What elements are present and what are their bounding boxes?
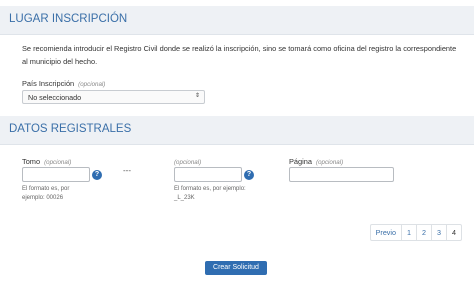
folio-hint: El formato es, por ejemplo: _L_23K [174, 186, 246, 201]
pagination-page-4[interactable]: 4 [447, 225, 461, 240]
section-title: DATOS REGISTRALES [9, 123, 132, 135]
pagination-prev[interactable]: Previo [371, 225, 402, 240]
help-icon[interactable]: ? [244, 170, 254, 180]
intro-text: Se recomienda introducir el Registro Civ… [22, 44, 457, 66]
second-field-label: (opcional) [174, 157, 201, 166]
optional-tag: (opcional) [174, 159, 202, 166]
pais-label: País Inscripción (opcional) [22, 79, 105, 88]
separator: --- [123, 166, 131, 175]
pagination: Previo 1 2 3 4 [369, 224, 462, 241]
pais-select-value: No seleccionado [28, 93, 82, 102]
folio-input[interactable] [174, 167, 242, 182]
pagina-label-text: Página [289, 157, 313, 166]
pais-select[interactable]: No seleccionado ⇕ [22, 90, 205, 104]
datos-registrales-header: DATOS REGISTRALES [0, 116, 474, 145]
crear-solicitud-button[interactable]: Crear Solicitud [205, 261, 267, 275]
tomo-hint: El formato es, por ejemplo: 00026 [22, 186, 70, 201]
pais-label-text: País Inscripción [22, 79, 75, 88]
pagination-page-3[interactable]: 3 [432, 225, 447, 240]
section-title: LUGAR INSCRIPCIÓN [9, 13, 128, 25]
optional-tag: (opcional) [78, 81, 106, 88]
pagina-input[interactable] [289, 167, 394, 182]
pagination-page-2[interactable]: 2 [417, 225, 432, 240]
help-icon[interactable]: ? [92, 170, 102, 180]
pagination-page-1[interactable]: 1 [402, 225, 417, 240]
tomo-label: Tomo (opcional) [22, 157, 71, 166]
select-arrows-icon: ⇕ [194, 93, 200, 99]
optional-tag: (opcional) [44, 159, 72, 166]
optional-tag: (opcional) [316, 159, 344, 166]
pagina-label: Página (opcional) [289, 157, 343, 166]
lugar-inscripcion-header: LUGAR INSCRIPCIÓN [0, 6, 474, 35]
tomo-input[interactable] [22, 167, 90, 182]
tomo-label-text: Tomo [22, 157, 41, 166]
